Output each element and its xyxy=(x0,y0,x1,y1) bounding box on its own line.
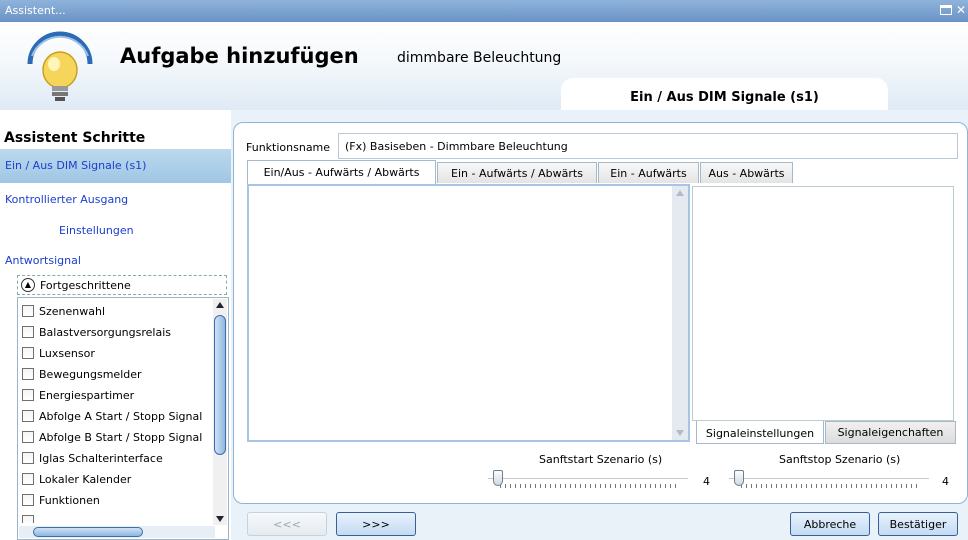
tab-signal-settings[interactable]: Signaleinstellungen xyxy=(696,421,824,444)
slider-ticks xyxy=(500,484,680,488)
checkbox-scene-selection[interactable]: Szenenwahl xyxy=(20,301,215,322)
page-title: Aufgabe hinzufügen xyxy=(120,44,359,68)
slider-track xyxy=(729,478,929,480)
tab-on-off-up-down[interactable]: Ein/Aus - Aufwärts / Abwärts xyxy=(247,160,436,184)
list-horizontal-scrollbar[interactable] xyxy=(19,526,215,538)
checkbox[interactable] xyxy=(22,494,34,506)
checkbox-label: Balastversorgungsrelais xyxy=(39,326,171,339)
checkbox-label: Abfolge B Start / Stopp Signal xyxy=(39,431,203,444)
checkbox-ballast-relay[interactable]: Balastversorgungsrelais xyxy=(20,322,215,343)
softstart-value: 4 xyxy=(703,475,710,488)
advanced-label: Fortgeschrittene xyxy=(40,279,131,292)
checkbox-label: Funktionen xyxy=(39,494,100,507)
slider-ticks xyxy=(741,484,921,488)
close-icon[interactable]: ✕ xyxy=(956,3,966,17)
advanced-options-list: Szenenwahl Balastversorgungsrelais Luxse… xyxy=(17,297,229,540)
scroll-up-icon[interactable] xyxy=(676,190,684,196)
checkbox-sequence-a[interactable]: Abfolge A Start / Stopp Signal xyxy=(20,406,215,427)
step-response-signal[interactable]: Antwortsignal xyxy=(0,244,231,278)
signal-list[interactable] xyxy=(247,184,690,442)
softstop-slider[interactable] xyxy=(729,469,929,491)
signal-properties-panel xyxy=(692,186,954,421)
checkbox[interactable] xyxy=(22,431,34,443)
function-name-field[interactable]: (Fx) Basiseben - Dimmbare Beleuchtung xyxy=(338,133,958,159)
slider-thumb[interactable] xyxy=(493,470,503,486)
checkbox-functions[interactable]: Funktionen xyxy=(20,490,215,511)
steps-title: Assistent Schritte xyxy=(4,130,146,146)
softstop-label: Sanftstop Szenario (s) xyxy=(779,453,901,466)
checkbox[interactable] xyxy=(22,515,34,523)
step-label: Antwortsignal xyxy=(5,254,81,267)
previous-button[interactable]: <<< xyxy=(247,512,327,536)
main-panel: Funktionsname (Fx) Basiseben - Dimmbare … xyxy=(233,122,968,504)
step-settings[interactable]: Einstellungen xyxy=(0,214,231,248)
checkbox-energy-timer[interactable]: Energiespartimer xyxy=(20,385,215,406)
tab-on-up-down[interactable]: Ein - Aufwärts / Abwärts xyxy=(437,162,597,183)
step-label: Kontrollierter Ausgang xyxy=(5,193,129,206)
scroll-down-icon[interactable] xyxy=(216,516,224,522)
checkbox-label: Bewegungsmelder xyxy=(39,368,142,381)
tab-off-down[interactable]: Aus - Abwärts xyxy=(700,162,793,183)
signal-list-scrollbar[interactable] xyxy=(672,186,688,440)
checkbox-lux-sensor[interactable]: Luxsensor xyxy=(20,343,215,364)
advanced-toggle[interactable]: ▲ Fortgeschrittene xyxy=(17,275,227,295)
tab-signal-properties[interactable]: Signaleigenchaften xyxy=(825,421,956,444)
checkbox-motion-detector[interactable]: Bewegungsmelder xyxy=(20,364,215,385)
window-restore-icon[interactable] xyxy=(940,5,952,15)
checkbox-local-calendar[interactable]: Lokaler Kalender xyxy=(20,469,215,490)
title-bar: Assistent... ✕ xyxy=(0,0,968,22)
checkbox-label: Lokaler Kalender xyxy=(39,473,132,486)
checkbox-label: Abfolge A Start / Stopp Signal xyxy=(39,410,203,423)
scroll-up-icon[interactable] xyxy=(216,302,224,308)
checkbox-label: Luxsensor xyxy=(39,347,95,360)
checkbox-label: Szenenwahl xyxy=(39,305,105,318)
scroll-thumb[interactable] xyxy=(214,315,226,455)
lightbulb-icon xyxy=(27,31,93,101)
checkbox-partial-item[interactable] xyxy=(20,511,215,523)
checkbox[interactable] xyxy=(22,452,34,464)
slider-track xyxy=(488,478,688,480)
cancel-button[interactable]: Abbreche xyxy=(790,512,870,536)
confirm-button[interactable]: Bestätiger xyxy=(878,512,958,536)
function-name-label: Funktionsname xyxy=(246,141,331,154)
wizard-header: Aufgabe hinzufügen dimmbare Beleuchtung … xyxy=(0,22,968,110)
softstart-label: Sanftstart Szenario (s) xyxy=(539,453,663,466)
checkbox-label: Iglas Schalterinterface xyxy=(39,452,163,465)
checkbox[interactable] xyxy=(22,389,34,401)
collapse-chevron-icon: ▲ xyxy=(21,278,35,292)
checkbox-switch-interface[interactable]: Iglas Schalterinterface xyxy=(20,448,215,469)
checkbox[interactable] xyxy=(22,347,34,359)
step-label: Einstellungen xyxy=(59,224,134,237)
checkbox-sequence-b[interactable]: Abfolge B Start / Stopp Signal xyxy=(20,427,215,448)
softstop-value: 4 xyxy=(942,475,949,488)
checkbox[interactable] xyxy=(22,326,34,338)
softstart-slider[interactable] xyxy=(488,469,688,491)
checkbox[interactable] xyxy=(22,305,34,317)
checkbox[interactable] xyxy=(22,368,34,380)
step-label: Ein / Aus DIM Signale (s1) xyxy=(5,159,147,172)
tab-on-up[interactable]: Ein - Aufwärts xyxy=(598,162,699,183)
checkbox[interactable] xyxy=(22,473,34,485)
page-subtitle: dimmbare Beleuchtung xyxy=(397,50,562,66)
scroll-down-icon[interactable] xyxy=(676,430,684,436)
checkbox[interactable] xyxy=(22,410,34,422)
step-controlled-output[interactable]: Kontrollierter Ausgang xyxy=(0,183,231,217)
active-section-tab: Ein / Aus DIM Signale (s1) xyxy=(561,78,888,110)
window-title: Assistent... xyxy=(5,4,66,17)
checkbox-label: Energiespartimer xyxy=(39,389,135,402)
step-on-off-dim-signals[interactable]: Ein / Aus DIM Signale (s1) xyxy=(0,149,231,183)
list-vertical-scrollbar[interactable] xyxy=(213,299,227,525)
next-button[interactable]: >>> xyxy=(336,512,416,536)
slider-thumb[interactable] xyxy=(734,470,744,486)
hscroll-thumb[interactable] xyxy=(33,527,143,537)
